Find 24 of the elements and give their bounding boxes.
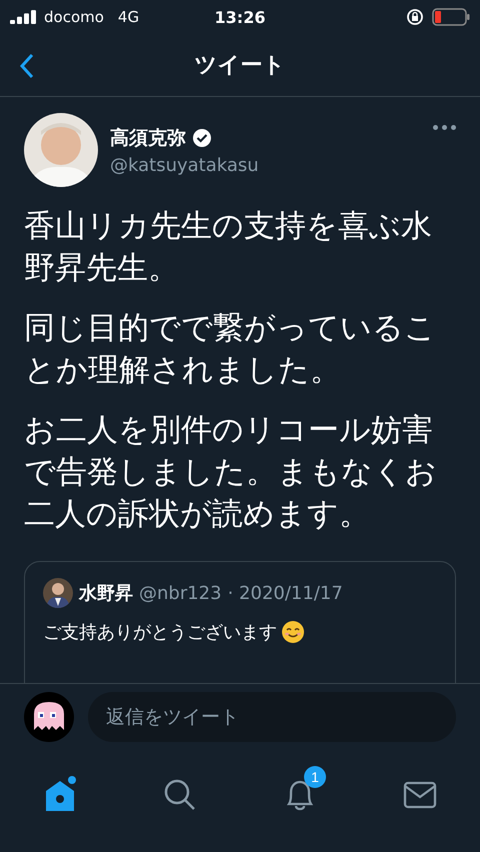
reply-field[interactable]: 返信をツイート [88,692,456,742]
mail-icon [403,780,437,810]
clock-time: 13:26 [214,8,266,26]
author-handle: @katsuyatakasu [110,154,259,176]
back-icon [18,52,36,80]
signal-icon [10,10,38,24]
rotation-lock-icon [406,8,424,26]
quoted-tweet-text: ご支持ありがとうございます [43,621,277,644]
ghost-avatar-icon [24,692,74,742]
notification-count: 1 [304,766,326,788]
screen-title: ツイート [194,52,286,80]
quoted-tweet-date: · 2020/11/17 [228,582,343,604]
quoted-author-handle: @nbr123 [139,582,222,604]
carrier-name: docomo [44,8,104,26]
more-options-button[interactable] [433,125,456,130]
tweet-text: お二人を別件のリコール妨害で告発しました。まもなくお二人の訴状が読めます。 [24,411,438,534]
search-icon [163,778,197,812]
quoted-author-name: 水野昇 [79,582,133,605]
smiling-face-icon [281,620,305,644]
tweet-text: 同じ目的でで繋がっていることか理解されました。 [24,309,437,390]
author-name: 高須克弥 [110,126,186,150]
network-type: 4G [118,8,140,26]
battery-icon [432,8,470,26]
tweet-text: 香山リカ先生の支持を喜ぶ水野昇先生。 [24,207,433,288]
